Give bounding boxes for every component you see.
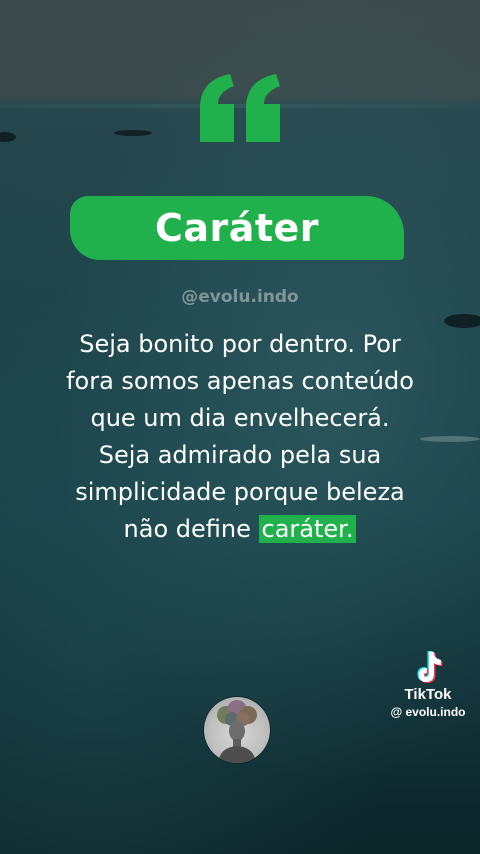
rock-island — [114, 130, 152, 136]
title-banner: Caráter — [70, 196, 404, 260]
quote-mark-icon — [200, 74, 280, 142]
profile-avatar[interactable] — [204, 697, 270, 763]
quote-line: Seja admirado pela sua — [98, 441, 382, 469]
quote-line: Seja bonito por dentro. Por — [79, 330, 401, 358]
quote-line: que um dia envelhecerá. — [90, 404, 390, 432]
avatar-portrait-icon — [217, 700, 257, 763]
tiktok-brand: TikTok — [404, 686, 452, 703]
highlighted-word: caráter. — [258, 515, 357, 543]
quote-last-line-text: não define — [123, 515, 259, 543]
tiktok-username: @ evolu.indo — [390, 705, 466, 719]
tiktok-logo-icon — [417, 651, 443, 683]
watermark-handle: @evolu.indo — [181, 287, 299, 307]
page-title: Caráter — [154, 206, 320, 250]
quote-last-line: não define caráter. — [20, 511, 460, 548]
quote-text: Seja bonito por dentro. Por fora somos a… — [20, 326, 460, 548]
quote-line: simplicidade porque beleza — [75, 478, 405, 506]
quote-line: fora somos apenas conteúdo — [66, 367, 414, 395]
tiktok-watermark: TikTok @ evolu.indo — [382, 648, 474, 719]
